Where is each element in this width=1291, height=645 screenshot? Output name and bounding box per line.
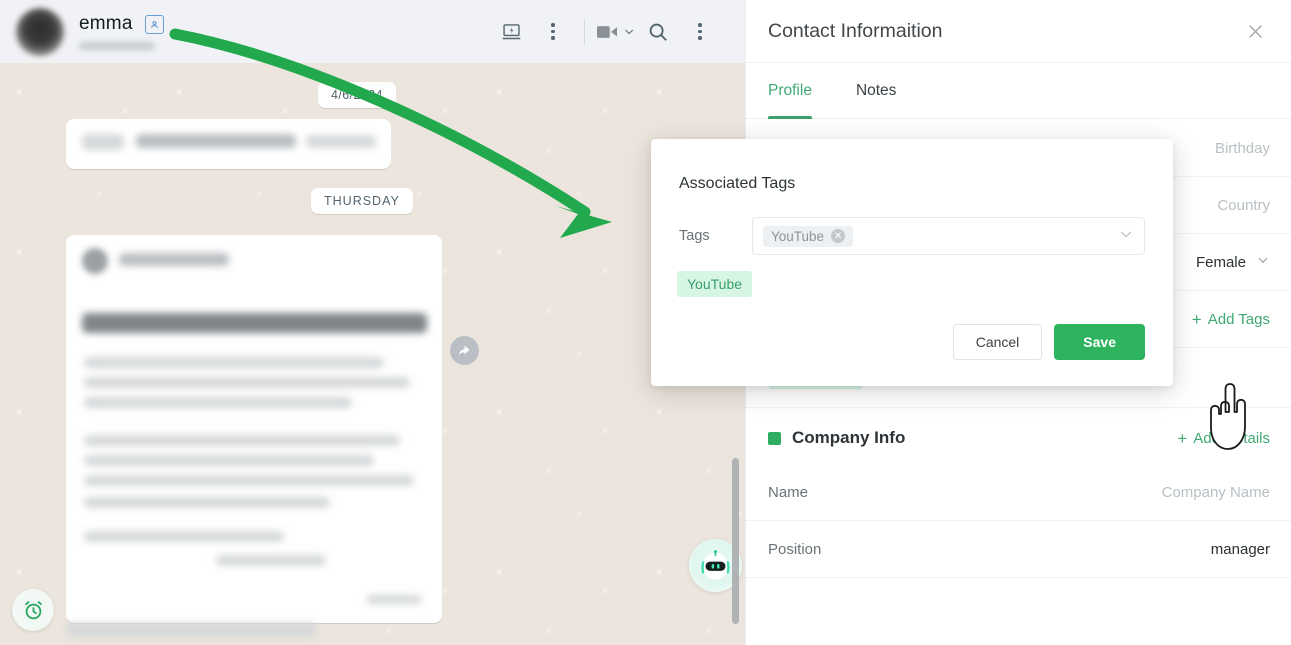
- modal-actions: Cancel Save: [952, 324, 1145, 360]
- associated-tags-modal: Associated Tags Tags YouTube ✕ YouTube C…: [651, 139, 1173, 386]
- modal-title: Associated Tags: [679, 175, 796, 192]
- app-root: emma 4/6/2024 THURSDAY Contact Informait…: [0, 0, 1291, 645]
- selected-tag-label: YouTube: [771, 228, 825, 244]
- tags-field-label: Tags: [679, 228, 710, 244]
- tag-suggestions: YouTube: [651, 255, 1173, 297]
- tags-multiselect[interactable]: YouTube ✕: [752, 217, 1145, 255]
- tags-field-group: Tags YouTube ✕: [651, 193, 1173, 255]
- remove-selected-tag-icon[interactable]: ✕: [831, 229, 846, 243]
- selected-tag-chip[interactable]: YouTube ✕: [763, 225, 854, 247]
- chevron-down-icon[interactable]: [1118, 226, 1134, 247]
- save-button[interactable]: Save: [1054, 324, 1145, 360]
- suggestion-tag-chip[interactable]: YouTube: [677, 271, 753, 297]
- cancel-button[interactable]: Cancel: [952, 324, 1043, 360]
